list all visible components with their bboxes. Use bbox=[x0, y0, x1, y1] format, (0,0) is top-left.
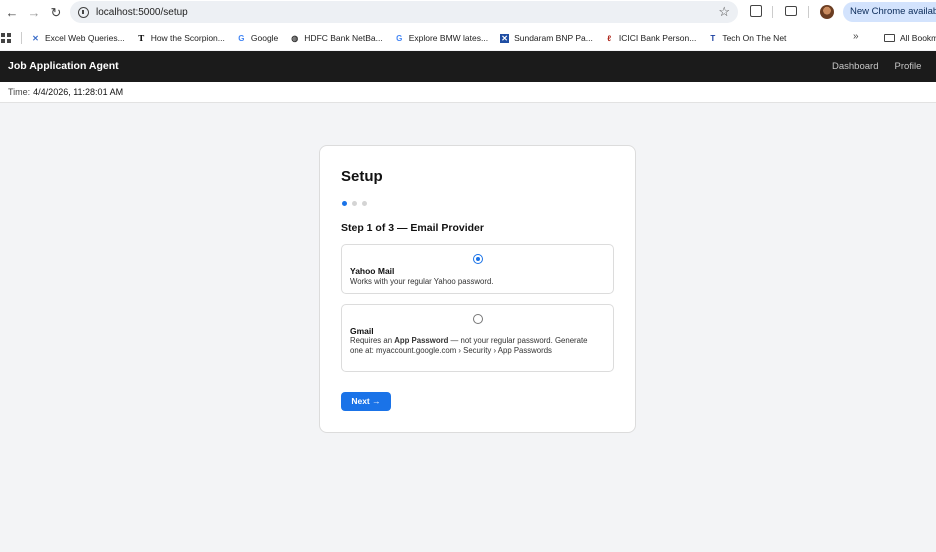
toolbar-divider bbox=[808, 6, 809, 18]
option-description: Requires an App Password — not your regu… bbox=[350, 336, 600, 355]
step-heading: Step 1 of 3 — Email Provider bbox=[341, 222, 484, 234]
bookmark-item[interactable]: T Tech On The Net bbox=[708, 33, 786, 43]
bookmark-star-icon[interactable]: ☆ bbox=[718, 4, 730, 20]
bookmarks-bar: ✕ Excel Web Queries... T How the Scorpion.… bbox=[0, 26, 936, 50]
bookmark-label: HDFC Bank NetBa... bbox=[304, 33, 383, 43]
all-bookmarks-label: All Bookmarks bbox=[900, 33, 936, 43]
update-chrome-button[interactable]: New Chrome available bbox=[843, 2, 936, 22]
bookmark-label: Google bbox=[250, 33, 279, 43]
apps-grid-icon[interactable] bbox=[1, 33, 11, 43]
all-bookmarks-button[interactable]: All Bookmarks bbox=[884, 33, 936, 43]
step-dot bbox=[352, 201, 357, 206]
option-gmail[interactable]: Gmail Requires an App Password — not you… bbox=[341, 304, 614, 372]
option-name: Gmail bbox=[350, 326, 374, 336]
option-name: Yahoo Mail bbox=[350, 266, 395, 276]
bookmark-label: Excel Web Queries... bbox=[45, 33, 125, 43]
option-description: Works with your regular Yahoo password. bbox=[350, 277, 494, 286]
setup-card: Setup Step 1 of 3 — Email Provider Yahoo… bbox=[319, 145, 636, 433]
url-text[interactable]: localhost:5000/setup bbox=[96, 7, 188, 18]
step-dot bbox=[362, 201, 367, 206]
bookmark-label: Explore BMW lates... bbox=[408, 33, 489, 43]
nav-links: Dashboard Profile L bbox=[832, 61, 936, 72]
more-bookmarks-icon[interactable]: » bbox=[853, 31, 859, 42]
toolbar-divider bbox=[772, 6, 773, 18]
step-indicator bbox=[342, 201, 372, 206]
radio-gmail[interactable] bbox=[473, 314, 483, 324]
x-icon: ✕ bbox=[32, 33, 39, 43]
app-navbar: Job Application Agent Dashboard Profile … bbox=[0, 51, 936, 82]
bookmark-item[interactable]: G Explore BMW lates... bbox=[395, 33, 488, 43]
bookmark-item[interactable]: ℓ ICICI Bank Person... bbox=[605, 33, 696, 43]
google-icon: G bbox=[396, 33, 403, 43]
tab-search-icon[interactable] bbox=[785, 6, 797, 16]
reload-icon[interactable]: ↻ bbox=[45, 1, 67, 25]
folder-icon bbox=[884, 34, 895, 42]
bookmark-item[interactable]: T How the Scorpion... bbox=[137, 33, 225, 43]
time-label: Time: bbox=[8, 87, 31, 97]
bookmark-item[interactable]: G Google bbox=[237, 33, 278, 43]
option-yahoo-mail[interactable]: Yahoo Mail Works with your regular Yahoo… bbox=[341, 244, 614, 294]
site-info-icon[interactable] bbox=[78, 6, 89, 18]
bookmark-label: Tech On The Net bbox=[722, 33, 787, 43]
globe-icon: ◍ bbox=[291, 33, 299, 43]
icici-icon: ℓ bbox=[607, 33, 612, 43]
bookmark-item[interactable]: ✕ Sundaram BNP Pa... bbox=[500, 33, 593, 43]
desc-bold-text: App Password bbox=[394, 336, 449, 345]
desc-text: Requires an bbox=[350, 336, 395, 345]
time-value: 4/4/2026, 11:28:01 AM bbox=[33, 87, 124, 97]
profile-avatar[interactable] bbox=[820, 5, 834, 19]
radio-yahoo[interactable] bbox=[473, 254, 483, 264]
bookmark-item[interactable]: ◍ HDFC Bank NetBa... bbox=[290, 33, 382, 43]
forward-arrow-icon[interactable]: → bbox=[23, 1, 45, 25]
extensions-icon[interactable] bbox=[750, 5, 762, 17]
bookmark-label: ICICI Bank Person... bbox=[618, 33, 697, 43]
bookmark-label: How the Scorpion... bbox=[150, 33, 225, 43]
google-icon: G bbox=[238, 33, 245, 43]
nav-profile[interactable]: Profile bbox=[894, 61, 921, 72]
bookmark-label: Sundaram BNP Pa... bbox=[514, 33, 593, 43]
nyt-icon: T bbox=[138, 32, 145, 43]
browser-toolbar: ← → ↻ localhost:5000/setup ☆ New Chrome … bbox=[0, 0, 936, 26]
sundaram-icon: ✕ bbox=[500, 33, 510, 43]
next-button[interactable]: Next → bbox=[341, 392, 391, 411]
time-bar: Time: 4/4/2026, 11:28:01 AM bbox=[0, 82, 936, 103]
page-title: Setup bbox=[341, 168, 383, 185]
app-brand[interactable]: Job Application Agent bbox=[8, 60, 119, 72]
back-arrow-icon[interactable]: ← bbox=[1, 1, 23, 25]
t-icon: T bbox=[710, 33, 716, 43]
bookmarks-divider bbox=[21, 32, 22, 44]
address-bar[interactable]: localhost:5000/setup ☆ bbox=[70, 1, 738, 23]
nav-dashboard[interactable]: Dashboard bbox=[832, 61, 878, 72]
bookmark-item[interactable]: ✕ Excel Web Queries... bbox=[31, 33, 125, 43]
step-dot bbox=[342, 201, 347, 206]
